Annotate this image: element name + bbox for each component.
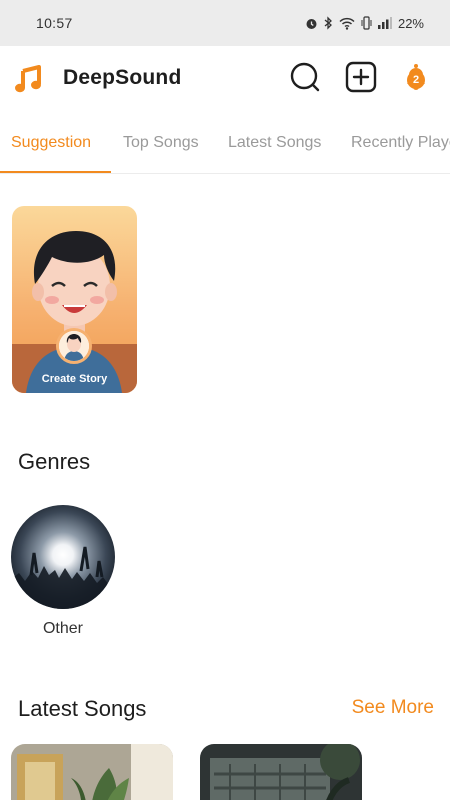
genre-item-other[interactable]: Other [11,505,115,638]
tab-top-songs[interactable]: Top Songs [123,134,199,152]
music-note-logo-icon [14,64,46,96]
genre-image [11,505,115,609]
status-icons: 22% [305,16,424,31]
latest-songs-title: Latest Songs [18,696,147,721]
tab-suggestion[interactable]: Suggestion [11,134,91,152]
search-icon [289,61,321,98]
wifi-icon [339,17,355,30]
status-bar: 10:57 22% [0,0,450,46]
create-story-label: Create Story [41,373,108,385]
tab-latest-songs[interactable]: Latest Songs [228,134,321,152]
song-cover-image [11,744,173,800]
alarm-icon [305,17,318,30]
tab-indicator [0,171,111,173]
vibrate-icon [361,16,372,30]
search-button[interactable] [289,61,321,98]
plus-square-icon [345,61,377,98]
app-bar: DeepSound 2 [0,46,450,112]
song-card-2[interactable] [200,744,362,800]
notifications-button[interactable]: 2 [400,63,432,95]
song-cover-image [200,744,362,800]
see-more-link[interactable]: See More [352,697,434,719]
create-story-card[interactable]: Create Story [12,206,137,393]
app-title: DeepSound [63,66,182,89]
story-illustration [12,231,137,393]
song-card-1[interactable] [11,744,173,800]
notification-badge: 2 [407,71,425,89]
bluetooth-icon [324,16,333,30]
add-button[interactable] [345,61,377,98]
user-avatar [56,328,92,364]
signal-icon [377,17,392,29]
genre-label: Other [42,620,83,637]
battery-level: 22% [397,15,424,31]
status-time: 10:57 [36,15,73,31]
tab-bar: Suggestion Top Songs Latest Songs Recent… [0,122,450,174]
tab-recently-played[interactable]: Recently Played [351,134,450,152]
genres-title: Genres [18,449,91,474]
